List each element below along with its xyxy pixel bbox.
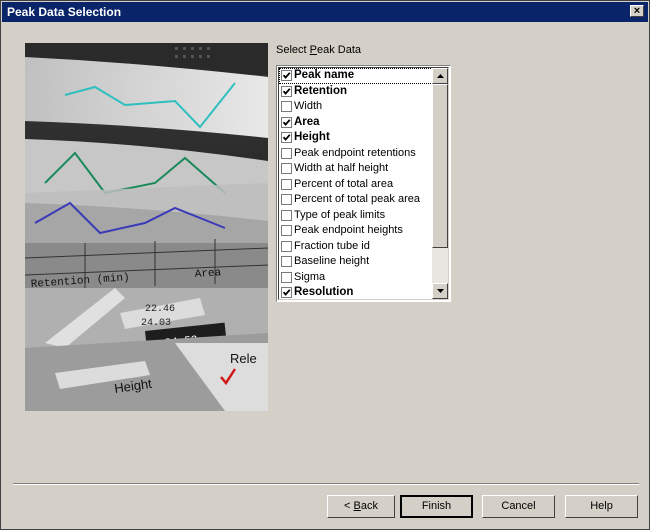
checkbox-unchecked[interactable]	[281, 178, 292, 190]
window-title: Peak Data Selection	[7, 5, 122, 19]
list-item-label: Percent of total peak area	[294, 193, 420, 205]
list-item-label: Resolution	[294, 286, 354, 298]
help-button[interactable]: Help	[565, 495, 638, 518]
checkbox-unchecked[interactable]	[281, 209, 292, 221]
list-item-label: Peak endpoint retentions	[294, 146, 416, 159]
checkbox-checked[interactable]	[281, 70, 292, 81]
illustration-value-1: 22.46	[145, 304, 175, 315]
checkbox-checked[interactable]	[281, 116, 292, 128]
checkmark-icon	[282, 289, 291, 296]
list-item[interactable]: Height	[279, 130, 435, 146]
checkmark-icon	[282, 118, 291, 126]
list-item[interactable]: Percent of total area	[279, 177, 435, 193]
list-item-label: Retention	[294, 84, 348, 97]
list-item[interactable]: Resolution	[279, 285, 435, 299]
illustration-rel-label: Rele	[230, 351, 257, 366]
list-item-label: Width	[294, 100, 323, 112]
checkbox-unchecked[interactable]	[281, 101, 292, 112]
illustration-value-2: 24.03	[141, 318, 171, 329]
list-item-label: Height	[294, 131, 330, 143]
checkbox-unchecked[interactable]	[281, 271, 292, 283]
separator	[13, 483, 639, 485]
list-item-label: Percent of total area	[294, 177, 394, 190]
back-button[interactable]: < Back	[327, 495, 395, 518]
list-item-label: Peak endpoint heights	[294, 224, 403, 236]
peak-data-items: Peak name Retention Width Area Height Peak en…	[279, 68, 435, 299]
dialog-window: Peak Data Selection × Retention (min) Ar…	[0, 0, 650, 530]
up-arrow-icon	[437, 74, 444, 78]
list-item-label: Fraction tube id	[294, 239, 370, 252]
checkmark-icon	[282, 134, 291, 141]
list-item[interactable]: Retention	[279, 84, 435, 100]
list-item-label: Area	[294, 115, 320, 128]
list-item-label: Baseline height	[294, 255, 370, 267]
close-button[interactable]: ×	[630, 5, 644, 17]
scroll-thumb[interactable]	[432, 84, 448, 248]
checkbox-unchecked[interactable]	[281, 163, 292, 174]
checkmark-icon	[282, 72, 291, 79]
scroll-down-button[interactable]	[432, 283, 448, 299]
list-item[interactable]: Peak endpoint heights	[279, 223, 435, 239]
list-item[interactable]: Percent of total peak area	[279, 192, 435, 208]
checkbox-unchecked[interactable]	[281, 240, 292, 252]
wizard-illustration: Retention (min) Area 22.46 24.03 24.53 H…	[25, 43, 268, 411]
finish-button[interactable]: Finish	[400, 495, 473, 518]
list-item[interactable]: Sigma	[279, 270, 435, 286]
list-item-label: Sigma	[294, 270, 326, 283]
peak-data-listbox[interactable]: Peak name Retention Width Area Height Peak en…	[276, 65, 451, 302]
list-item-label: Peak name	[294, 69, 355, 81]
vertical-scrollbar[interactable]	[432, 68, 448, 299]
title-bar: Peak Data Selection ×	[2, 2, 648, 22]
checkbox-checked[interactable]	[281, 287, 292, 298]
checkmark-icon	[282, 87, 291, 95]
list-item[interactable]: Peak name	[279, 68, 435, 84]
list-item[interactable]: Width at half height	[279, 161, 435, 177]
list-item[interactable]: Baseline height	[279, 254, 435, 270]
checkbox-unchecked[interactable]	[281, 225, 292, 236]
illustration-graphic: Retention (min) Area 22.46 24.03 24.53 H…	[25, 43, 268, 411]
checkbox-unchecked[interactable]	[281, 256, 292, 267]
list-item[interactable]: Peak endpoint retentions	[279, 146, 435, 162]
list-item-label: Type of peak limits	[294, 208, 386, 221]
list-item[interactable]: Width	[279, 99, 435, 115]
checkbox-checked[interactable]	[281, 132, 292, 143]
list-item[interactable]: Area	[279, 115, 435, 131]
illustration-area-label: Area	[194, 267, 222, 281]
scroll-up-button[interactable]	[432, 68, 448, 84]
list-item[interactable]: Type of peak limits	[279, 208, 435, 224]
list-item[interactable]: Fraction tube id	[279, 239, 435, 255]
cancel-button[interactable]: Cancel	[482, 495, 555, 518]
checkbox-checked[interactable]	[281, 85, 292, 97]
checkbox-unchecked[interactable]	[281, 147, 292, 159]
checkbox-unchecked[interactable]	[281, 194, 292, 205]
list-item-label: Width at half height	[294, 162, 389, 174]
down-arrow-icon	[437, 289, 444, 293]
select-peak-data-label: Select Peak Data	[276, 44, 362, 56]
close-icon: ×	[633, 5, 641, 17]
